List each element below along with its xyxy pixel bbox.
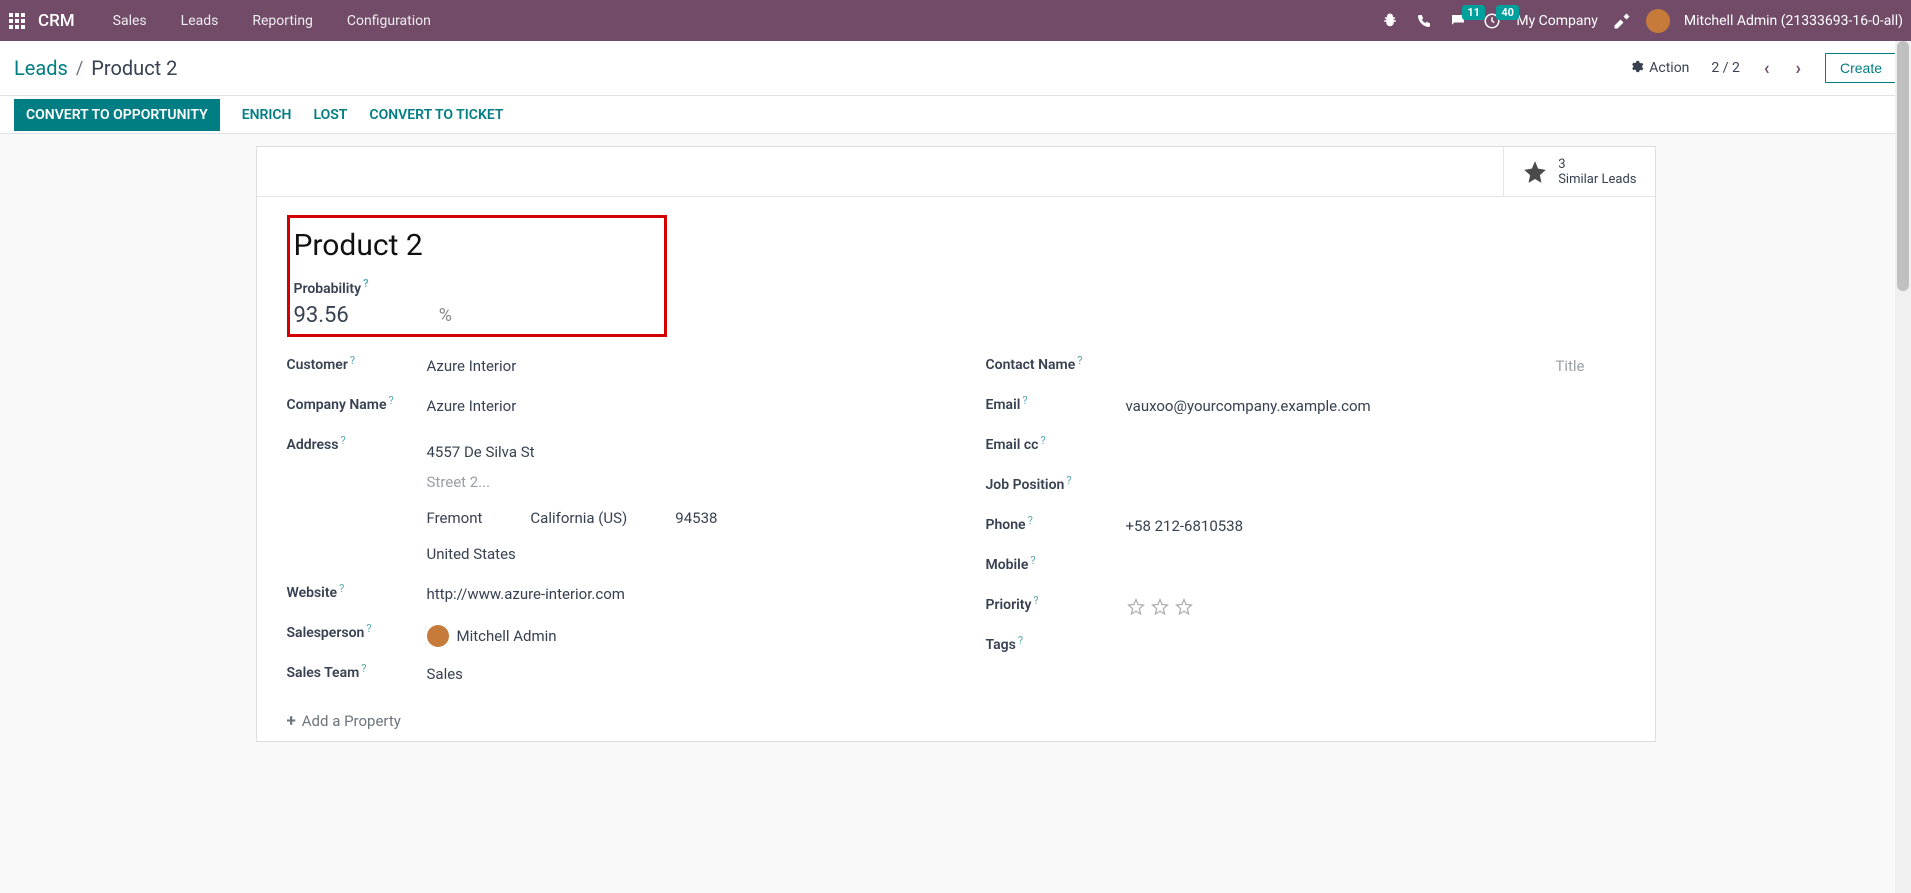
address-country[interactable]: United States — [427, 539, 926, 569]
job-position-label: Job Position? — [986, 477, 1126, 493]
customer-value[interactable]: Azure Interior — [427, 357, 926, 375]
website-value[interactable]: http://www.azure-interior.com — [427, 585, 926, 603]
pager: 2 / 2 — [1711, 60, 1739, 76]
contact-name-label: Contact Name? — [986, 357, 1126, 373]
similar-leads-label: Similar Leads — [1558, 172, 1636, 187]
nav-reporting[interactable]: Reporting — [238, 7, 327, 35]
star-outline-icon[interactable] — [1150, 597, 1170, 617]
form-sheet: 3 Similar Leads Product 2 Probability? 9… — [256, 146, 1656, 742]
probability-label: Probability? — [294, 281, 652, 297]
user-name[interactable]: Mitchell Admin (21333693-16-0-all) — [1684, 13, 1903, 29]
salesperson-avatar — [427, 625, 449, 647]
activities-icon[interactable]: 40 — [1482, 11, 1502, 31]
email-label: Email? — [986, 397, 1126, 413]
subheader: Leads / Product 2 Action 2 / 2 ‹ › Creat… — [0, 41, 1911, 96]
sales-team-label: Sales Team? — [287, 665, 427, 681]
contact-title-placeholder[interactable]: Title — [1555, 357, 1584, 375]
mobile-label: Mobile? — [986, 557, 1126, 573]
enrich-button[interactable]: ENRICH — [242, 107, 292, 123]
salesperson-label: Salesperson? — [287, 625, 427, 641]
apps-icon[interactable] — [8, 12, 26, 30]
phone-value[interactable]: +58 212-6810538 — [1126, 517, 1625, 535]
messages-icon[interactable]: 11 — [1448, 11, 1468, 31]
address-city[interactable]: Fremont — [427, 503, 483, 533]
nav-configuration[interactable]: Configuration — [333, 7, 445, 35]
nav-sales[interactable]: Sales — [99, 7, 161, 35]
address-label: Address? — [287, 437, 427, 453]
customer-label: Customer? — [287, 357, 427, 373]
add-property-button[interactable]: + Add a Property — [287, 711, 926, 731]
website-label: Website? — [287, 585, 427, 601]
address-zip[interactable]: 94538 — [675, 503, 717, 533]
star-outline-icon[interactable] — [1126, 597, 1146, 617]
tags-label: Tags? — [986, 637, 1126, 653]
probability-unit: % — [439, 305, 452, 326]
similar-leads-count: 3 — [1558, 157, 1636, 172]
scrollbar[interactable] — [1895, 41, 1911, 893]
address-state[interactable]: California (US) — [530, 503, 627, 533]
probability-value[interactable]: 93.56 — [294, 303, 349, 328]
scrollbar-thumb[interactable] — [1897, 41, 1909, 291]
next-icon[interactable]: › — [1794, 58, 1803, 79]
company-name-value[interactable]: Azure Interior — [427, 397, 926, 415]
company-name-label: Company Name? — [287, 397, 427, 413]
nav-leads[interactable]: Leads — [167, 7, 233, 35]
lost-button[interactable]: LOST — [313, 107, 347, 123]
email-value[interactable]: vauxoo@yourcompany.example.com — [1126, 397, 1625, 415]
priority-stars[interactable] — [1126, 597, 1625, 617]
status-bar: CONVERT TO OPPORTUNITY ENRICH LOST CONVE… — [0, 96, 1911, 134]
convert-ticket-button[interactable]: CONVERT TO TICKET — [369, 107, 503, 123]
highlight-box: Product 2 Probability? 93.56 % — [287, 215, 667, 337]
action-menu[interactable]: Action — [1629, 59, 1689, 78]
breadcrumb-current: Product 2 — [91, 56, 177, 80]
breadcrumb-parent[interactable]: Leads — [14, 56, 68, 80]
company-selector[interactable]: My Company — [1516, 13, 1598, 29]
left-column: Customer? Azure Interior Company Name? A… — [287, 349, 926, 731]
star-outline-icon[interactable] — [1174, 597, 1194, 617]
avatar[interactable] — [1646, 9, 1670, 33]
plus-icon: + — [287, 711, 296, 731]
activities-badge: 40 — [1496, 5, 1519, 20]
app-brand[interactable]: CRM — [38, 11, 75, 31]
gear-icon — [1629, 59, 1644, 78]
top-nav: CRM Sales Leads Reporting Configuration … — [0, 0, 1911, 41]
salesperson-value[interactable]: Mitchell Admin — [427, 625, 926, 647]
priority-label: Priority? — [986, 597, 1126, 613]
star-icon — [1522, 159, 1548, 185]
address-street[interactable]: 4557 De Silva St — [427, 437, 926, 467]
right-column: Contact Name? Title Email? vauxoo@yourco… — [986, 349, 1625, 731]
sales-team-value[interactable]: Sales — [427, 665, 926, 683]
phone-icon[interactable] — [1414, 11, 1434, 31]
create-button[interactable]: Create — [1825, 53, 1897, 83]
action-label: Action — [1649, 60, 1689, 76]
prev-icon[interactable]: ‹ — [1762, 58, 1772, 79]
phone-label: Phone? — [986, 517, 1126, 533]
bug-icon[interactable] — [1380, 11, 1400, 31]
breadcrumb-sep: / — [76, 58, 83, 79]
address-street2[interactable]: Street 2... — [427, 467, 926, 497]
lead-title[interactable]: Product 2 — [294, 228, 652, 263]
address-block[interactable]: 4557 De Silva St Street 2... Fremont Cal… — [427, 437, 926, 569]
similar-leads-button[interactable]: 3 Similar Leads — [1503, 147, 1654, 196]
tools-icon[interactable] — [1612, 11, 1632, 31]
convert-opportunity-button[interactable]: CONVERT TO OPPORTUNITY — [14, 99, 220, 131]
email-cc-label: Email cc? — [986, 437, 1126, 453]
